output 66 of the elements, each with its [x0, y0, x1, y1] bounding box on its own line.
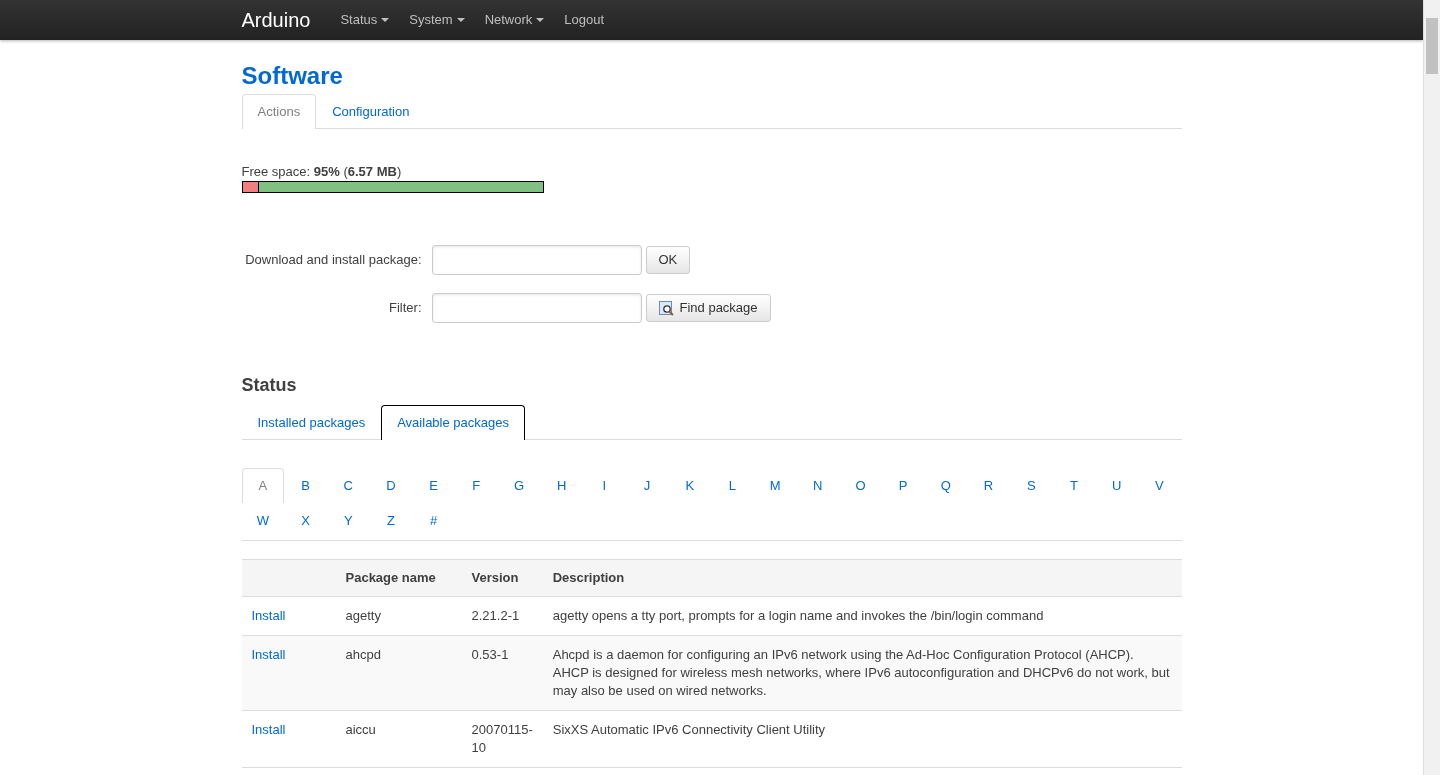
table-cell: ahcpd	[335, 635, 462, 711]
field-label: Download and install package:	[244, 251, 423, 269]
table-cell: 20070115-10	[461, 710, 543, 768]
letter-tab[interactable]: H	[540, 467, 583, 503]
letter-tab[interactable]: B	[284, 467, 327, 503]
letter-tab[interactable]: T	[1052, 467, 1096, 503]
tab[interactable]: Configuration	[316, 94, 426, 129]
letter-tab[interactable]: X	[284, 502, 327, 538]
letter-tab[interactable]: F	[454, 467, 498, 503]
letter-tab[interactable]: P	[881, 467, 925, 503]
install-link[interactable]: Install	[251, 607, 286, 623]
field-label: Filter:	[388, 299, 423, 317]
letter-tab[interactable]: V	[1137, 467, 1181, 503]
caret-icon	[536, 18, 545, 22]
letter-tab[interactable]: J	[625, 467, 669, 503]
scrollbar[interactable]	[1423, 0, 1440, 775]
caret-icon	[381, 18, 390, 22]
letter-tab[interactable]: Q	[924, 467, 968, 503]
section-title: Status	[241, 375, 298, 397]
magnifier-icon	[658, 300, 674, 316]
nav-menu-link[interactable]: Logout	[554, 0, 615, 40]
letter-tab[interactable]: S	[1009, 467, 1053, 503]
column-header: Version	[461, 559, 543, 597]
tab[interactable]: Installed packages	[241, 404, 382, 440]
scrollbar-thumb[interactable]	[1426, 18, 1438, 74]
tab[interactable]: Available packages	[381, 404, 525, 440]
install-link[interactable]: Install	[251, 721, 286, 737]
nav-menu-link[interactable]: Status	[330, 0, 400, 40]
free-space-text: Free space: 95% (6.57 MB)	[241, 163, 403, 181]
table-cell: 0.53-1	[461, 635, 543, 711]
install-link[interactable]: Install	[251, 646, 286, 662]
page-title: Software	[241, 62, 344, 90]
letter-tab[interactable]: R	[967, 467, 1010, 503]
letter-tab[interactable]: E	[412, 467, 455, 503]
ok-button[interactable]: OK	[645, 246, 691, 274]
column-header: Description	[542, 559, 1182, 597]
nav-menu-link[interactable]: Network	[474, 0, 555, 40]
letter-tab[interactable]: N	[796, 467, 840, 503]
filter-field[interactable]	[431, 293, 642, 323]
table-cell: 2.21.2-1	[461, 596, 543, 636]
letter-tab[interactable]: W	[241, 502, 285, 538]
caret-icon	[456, 18, 465, 22]
letter-tab[interactable]: U	[1095, 467, 1138, 503]
table-cell: agetty	[335, 596, 462, 636]
letter-tab[interactable]: D	[369, 467, 413, 503]
letter-tab[interactable]: L	[711, 467, 754, 503]
nav-menu-link[interactable]: System	[399, 0, 475, 40]
brand-logo-text[interactable]: Arduino	[241, 11, 331, 29]
package-url-field[interactable]	[431, 245, 642, 275]
find-package-button[interactable]: Find package	[645, 294, 771, 322]
letter-tab[interactable]: K	[668, 467, 712, 503]
letter-tab[interactable]: Y	[326, 502, 370, 538]
letter-tab[interactable]: G	[497, 467, 541, 503]
letter-tab[interactable]: M	[753, 467, 797, 503]
letter-tab[interactable]: Z	[369, 502, 413, 538]
tab[interactable]: Actions	[241, 94, 317, 129]
column-header: Package name	[335, 559, 462, 597]
table-cell: agetty opens a tty port, prompts for a login name and invokes the /bin/login command	[542, 596, 1182, 636]
letter-tab[interactable]: I	[583, 467, 626, 503]
letter-tab[interactable]: O	[839, 467, 882, 503]
table-cell: SixXS Automatic IPv6 Connectivity Client Utility	[542, 710, 1182, 768]
letter-tab[interactable]: C	[326, 467, 370, 503]
table-cell: Ahcpd is a daemon for configuring an IPv6 network using the Ad-Hoc Configuration Protocol (AHCP). AHCP is designed for wireless mesh networks, where IPv6 autoconfiguration and DHCPv6 do not work, but may also be used on wired networks.	[542, 635, 1182, 711]
letter-tab[interactable]: #	[412, 502, 455, 538]
table-cell: aiccu	[335, 710, 462, 768]
letter-tab[interactable]: A	[241, 467, 285, 503]
